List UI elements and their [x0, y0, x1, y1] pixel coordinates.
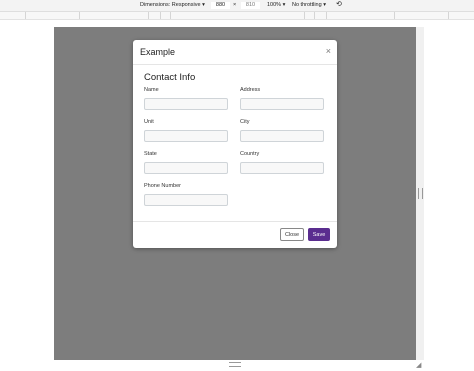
throttling-dropdown[interactable]: No throttling ▾ [292, 2, 326, 9]
width-input[interactable]: 880 [211, 2, 230, 9]
zoom-dropdown[interactable]: 100% ▾ [267, 2, 285, 9]
dimensions-label: Dimensions: Responsive [140, 2, 201, 8]
rotate-icon[interactable]: ⟲ [336, 1, 342, 8]
ruler-segment [394, 12, 395, 19]
throttling-label: No throttling [292, 2, 322, 8]
address-label: Address [240, 87, 261, 93]
country-label: Country [240, 151, 260, 157]
state-input[interactable] [144, 162, 228, 174]
zoom-label: 100% [267, 2, 282, 8]
ruler-segment [170, 12, 171, 19]
modal-title: Example [140, 47, 176, 57]
chevron-down-icon: ▾ [202, 2, 205, 8]
unit-label: Unit [144, 119, 154, 125]
times-symbol: × [233, 2, 237, 8]
ruler-segment [160, 12, 161, 19]
device-toolbar: Dimensions: Responsive ▾ 880 × 810 100% … [0, 0, 474, 12]
modal-header: Example × [133, 40, 337, 65]
section-title: Contact Info [144, 72, 196, 83]
country-input[interactable] [240, 162, 324, 174]
name-label: Name [144, 87, 159, 93]
ruler-segment [326, 12, 327, 19]
address-input[interactable] [240, 98, 324, 110]
phone-number-label: Phone Number [144, 183, 181, 189]
name-input[interactable] [144, 98, 228, 110]
phone-number-input[interactable] [144, 194, 228, 206]
chevron-down-icon: ▾ [282, 2, 286, 8]
ruler-segment [25, 12, 26, 19]
resize-handle-right[interactable] [418, 188, 423, 199]
state-label: State [144, 151, 157, 157]
close-icon[interactable]: × [326, 46, 331, 56]
unit-input[interactable] [144, 130, 228, 142]
city-input[interactable] [240, 130, 324, 142]
chevron-down-icon: ▾ [323, 2, 326, 8]
ruler-segment [314, 12, 315, 19]
city-label: City [240, 119, 250, 125]
media-query-ruler[interactable] [0, 12, 474, 20]
ruler-segment [448, 12, 449, 19]
modal-footer-divider [133, 221, 337, 222]
ruler-segment [304, 12, 305, 19]
resize-handle-bottom[interactable] [229, 362, 241, 367]
save-button[interactable]: Save [308, 228, 330, 241]
example-modal: Example × Contact Info Name Address Unit… [133, 40, 337, 248]
dimensions-dropdown[interactable]: Dimensions: Responsive ▾ [140, 2, 205, 9]
height-input[interactable]: 810 [241, 2, 260, 9]
close-button[interactable]: Close [280, 228, 304, 241]
ruler-segment [148, 12, 149, 19]
resize-corner-icon[interactable]: ◢ [416, 361, 421, 369]
ruler-segment [79, 12, 80, 19]
